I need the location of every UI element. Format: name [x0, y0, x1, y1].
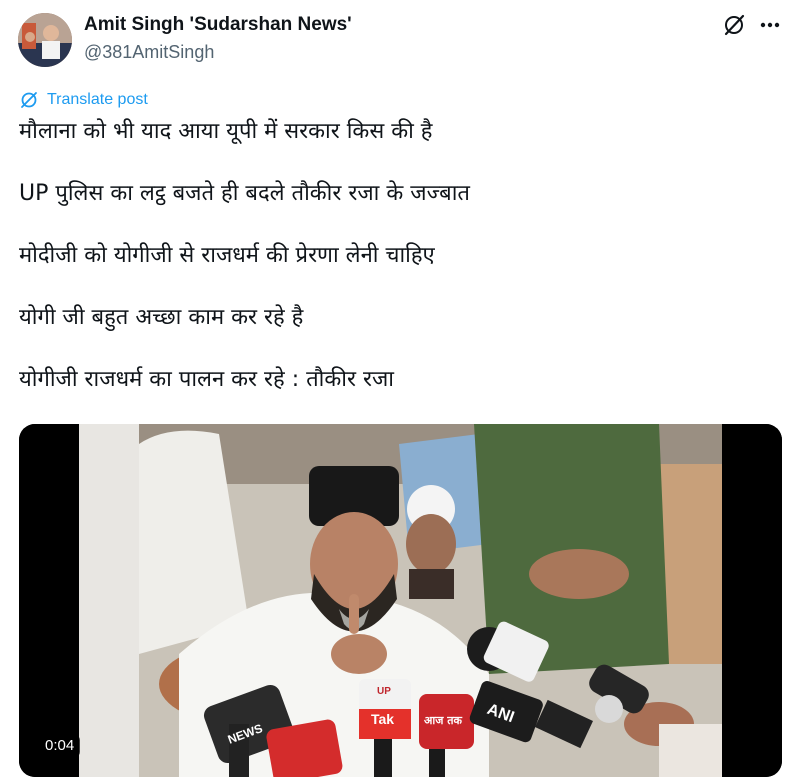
author-display-name[interactable]: Amit Singh 'Sudarshan News' [84, 13, 352, 37]
tweet-line: मोदीजी को योगीजी से राजधर्म की प्रेरणा ल… [19, 243, 435, 268]
translate-post-label: Translate post [47, 91, 148, 108]
author-handle[interactable]: @381AmitSingh [84, 41, 214, 63]
tweet-line: UP पुलिस का लट्ठ बजते ही बदले तौकीर रजा … [19, 181, 470, 206]
mic-label: Tak [371, 711, 394, 727]
translate-icon [21, 92, 37, 108]
video-player[interactable]: UP Tak ANI NEWS आज तक 0:04 [19, 424, 782, 777]
translate-post-link[interactable]: Translate post [19, 89, 148, 111]
tweet-text: मौलाना को भी याद आया यूपी में सरकार किस … [19, 118, 779, 428]
author-avatar[interactable] [18, 13, 72, 67]
tweet-line: योगीजी राजधर्म का पालन कर रहे : तौकीर रज… [19, 367, 394, 392]
more-options-icon[interactable] [757, 12, 783, 38]
tweet-line: मौलाना को भी याद आया यूपी में सरकार किस … [19, 119, 433, 144]
avatar-image [18, 13, 72, 67]
video-timestamp: 0:04 [39, 735, 81, 757]
mic-label: UP [377, 686, 391, 697]
tweet-line: योगी जी बहुत अच्छा काम कर रहे है [19, 305, 304, 330]
mic-label: आज तक [424, 714, 463, 727]
grok-icon[interactable] [721, 12, 747, 38]
video-frame: UP Tak ANI NEWS आज तक [19, 424, 782, 777]
